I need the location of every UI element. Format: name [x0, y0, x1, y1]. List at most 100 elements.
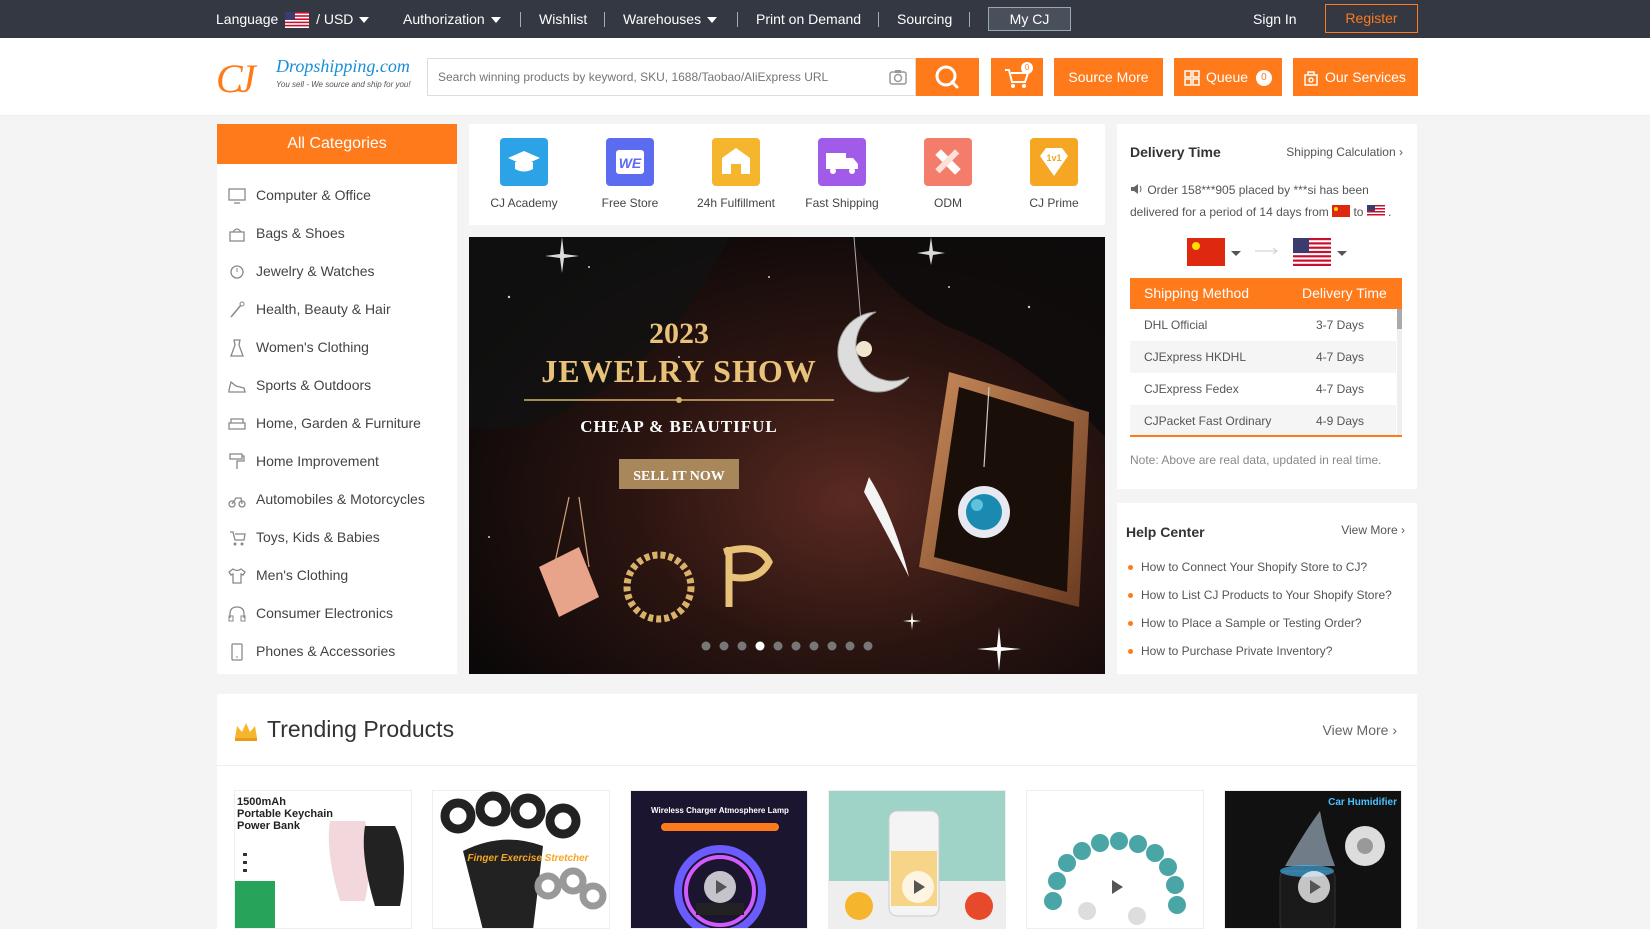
- category-sidebar: All Categories Computer & Office Bags & S…: [217, 124, 457, 674]
- trending-view-more-link[interactable]: View More ›: [1323, 722, 1397, 738]
- play-icon[interactable]: [902, 871, 934, 903]
- svg-text:J: J: [238, 56, 258, 100]
- carousel-dot[interactable]: [845, 641, 855, 651]
- shipping-calculation-link[interactable]: Shipping Calculation ›: [1286, 145, 1403, 159]
- carousel-dot[interactable]: [809, 641, 819, 651]
- help-link[interactable]: How to Purchase Private Inventory?: [1127, 644, 1332, 658]
- authorization-menu[interactable]: Authorization: [403, 0, 501, 38]
- category-label: Bags & Shoes: [256, 225, 345, 241]
- category-item[interactable]: Health, Beauty & Hair: [217, 290, 457, 328]
- quick-link-item[interactable]: ODM: [898, 138, 998, 210]
- category-item[interactable]: Consumer Electronics: [217, 594, 457, 632]
- help-link[interactable]: How to Connect Your Shopify Store to CJ?: [1127, 560, 1367, 574]
- sign-in-link[interactable]: Sign In: [1253, 0, 1297, 38]
- carousel-dot[interactable]: [737, 641, 747, 651]
- language-currency-selector[interactable]: Language / USD: [216, 0, 370, 38]
- our-services-button[interactable]: Our Services: [1293, 58, 1418, 96]
- quick-link-label: CJ Prime: [1029, 196, 1079, 210]
- play-icon[interactable]: [1298, 871, 1330, 903]
- category-item[interactable]: Automobiles & Motorcycles: [217, 480, 457, 518]
- source-more-button[interactable]: Source More: [1054, 58, 1163, 96]
- carousel-dot[interactable]: [863, 641, 873, 651]
- carousel-dot[interactable]: [701, 641, 711, 651]
- shipping-method: CJExpress HKDHL: [1144, 350, 1247, 364]
- category-label: Automobiles & Motorcycles: [256, 491, 425, 507]
- shipping-row: CJExpress Fedex 4-7 Days: [1130, 373, 1396, 405]
- search-input[interactable]: [428, 59, 868, 95]
- product-card[interactable]: [828, 790, 1006, 929]
- delivery-time-value: 3-7 Days: [1316, 318, 1365, 332]
- quick-link-label: 24h Fulfillment: [696, 196, 776, 210]
- category-item[interactable]: Women's Clothing: [217, 328, 457, 366]
- site-header: C J Dropshipping.com You sell - We sourc…: [0, 38, 1650, 116]
- category-item[interactable]: Home, Garden & Furniture: [217, 404, 457, 442]
- product-card[interactable]: 1500mAh Portable Keychain Power Bank: [234, 790, 412, 929]
- carousel-dot[interactable]: [773, 641, 783, 651]
- category-item[interactable]: Home Improvement: [217, 442, 457, 480]
- product-caption: Finger Exercise Stretcher: [467, 853, 589, 864]
- product-card[interactable]: Wireless Charger Atmosphere Lamp: [630, 790, 808, 929]
- register-button[interactable]: Register: [1325, 4, 1418, 33]
- divider: [604, 12, 605, 27]
- divider: [217, 765, 1417, 766]
- category-item[interactable]: Toys, Kids & Babies: [217, 518, 457, 556]
- stroller-icon: [230, 531, 246, 546]
- camera-icon[interactable]: [889, 69, 907, 85]
- category-item[interactable]: Jewelry & Watches: [217, 252, 457, 290]
- help-view-more-link[interactable]: View More ›: [1341, 523, 1405, 537]
- chevron-down-icon: [490, 17, 501, 24]
- cart-icon: [1005, 69, 1030, 88]
- delivery-time-value: 4-7 Days: [1316, 382, 1365, 396]
- divider: [878, 12, 879, 27]
- scrollbar-thumb[interactable]: [1397, 309, 1402, 329]
- warehouses-menu[interactable]: Warehouses: [623, 0, 718, 38]
- shipping-table-body[interactable]: CJPacket Fast Ordinary 4-9 Days CJExpress …: [1130, 309, 1402, 437]
- category-item[interactable]: Bags & Shoes: [217, 214, 457, 252]
- quick-link-item[interactable]: WE Free Store: [580, 138, 680, 210]
- cart-button[interactable]: 0: [991, 58, 1043, 96]
- play-icon[interactable]: [1100, 871, 1132, 903]
- my-cj-button[interactable]: My CJ: [988, 7, 1071, 31]
- banner-cta[interactable]: SELL IT NOW: [633, 469, 725, 484]
- play-icon[interactable]: [704, 871, 736, 903]
- product-card[interactable]: [1026, 790, 1204, 929]
- product-image: [1027, 791, 1203, 928]
- quick-link-item[interactable]: Fast Shipping: [792, 138, 892, 210]
- watch-icon: [230, 265, 244, 279]
- category-item[interactable]: Computer & Office: [217, 176, 457, 214]
- help-link[interactable]: How to List CJ Products to Your Shopify …: [1128, 588, 1392, 602]
- help-link[interactable]: How to Place a Sample or Testing Order?: [1128, 616, 1362, 630]
- carousel-dot[interactable]: [827, 641, 837, 651]
- product-caption: 1500mAh: [237, 796, 286, 808]
- quick-link-item[interactable]: 24h Fulfillment: [686, 138, 786, 210]
- cj-logo[interactable]: C J Dropshipping.com You sell - We sourc…: [216, 54, 421, 101]
- grid-icon: [1184, 70, 1200, 87]
- carousel-dot[interactable]: [791, 641, 801, 651]
- quick-link-item[interactable]: CJ Academy: [474, 138, 574, 210]
- trending-products-section: Trending Products View More › 1500mAh Por…: [217, 694, 1417, 929]
- sourcing-link[interactable]: Sourcing: [897, 0, 952, 38]
- shipping-calculation-label: Shipping Calculation: [1286, 145, 1396, 159]
- quick-link-item[interactable]: 1v1 CJ Prime: [1004, 138, 1104, 210]
- chevron-right-icon: ›: [1399, 145, 1403, 159]
- product-card[interactable]: Finger Exercise Stretcher: [432, 790, 610, 929]
- we-store-icon: WE: [606, 138, 654, 186]
- category-item[interactable]: Men's Clothing: [217, 556, 457, 594]
- delivery-time-title: Delivery Time: [1130, 144, 1221, 160]
- wishlist-link[interactable]: Wishlist: [539, 0, 587, 38]
- scrollbar[interactable]: [1397, 309, 1402, 435]
- queue-button[interactable]: Queue 0: [1174, 58, 1282, 96]
- product-card[interactable]: Car Humidifier: [1224, 790, 1402, 929]
- graduation-cap-icon: [500, 138, 548, 186]
- origin-country-select[interactable]: [1187, 238, 1243, 271]
- search-button[interactable]: [916, 58, 979, 96]
- all-categories-header[interactable]: All Categories: [217, 124, 457, 164]
- print-on-demand-link[interactable]: Print on Demand: [756, 0, 861, 38]
- category-item[interactable]: Phones & Accessories: [217, 632, 457, 670]
- category-item[interactable]: Sports & Outdoors: [217, 366, 457, 404]
- carousel-dot[interactable]: [719, 641, 729, 651]
- hero-banner[interactable]: 2023 JEWELRY SHOW CHEAP & BEAUTIFUL SELL…: [469, 237, 1105, 674]
- destination-country-select[interactable]: [1293, 238, 1349, 271]
- trending-view-more-label: View More: [1322, 722, 1389, 738]
- carousel-dot[interactable]: [755, 641, 765, 651]
